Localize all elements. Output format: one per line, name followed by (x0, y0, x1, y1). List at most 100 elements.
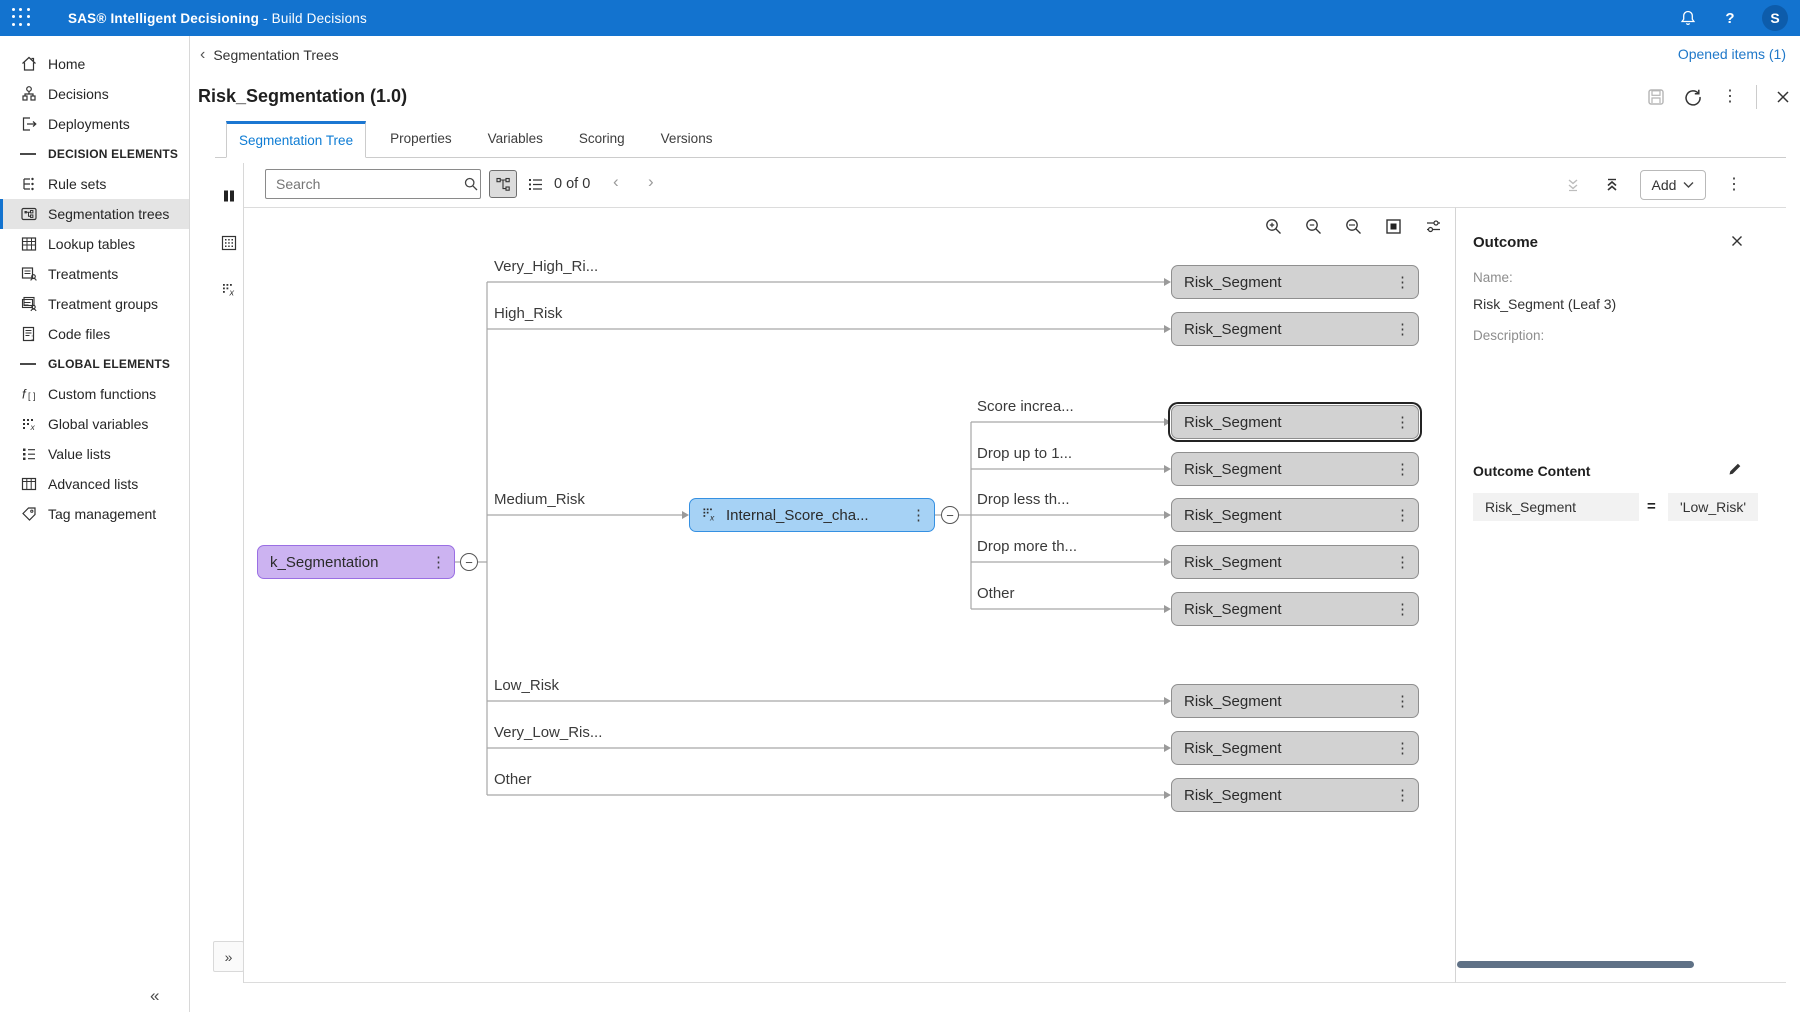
more-options-icon[interactable]: ⋮ (1719, 86, 1741, 108)
value-lists-icon (20, 445, 38, 463)
node-menu-icon[interactable]: ⋮ (903, 506, 926, 524)
node-menu-icon[interactable]: ⋮ (1387, 692, 1410, 710)
leaf-node-selected[interactable]: Risk_Segment⋮ (1171, 405, 1419, 439)
tree-canvas[interactable]: Very_High_Ri... High_Risk Medium_Risk Lo… (244, 207, 1455, 983)
node-menu-icon[interactable]: ⋮ (1387, 460, 1410, 478)
assignment-target[interactable]: Risk_Segment (1473, 493, 1639, 521)
user-avatar[interactable]: S (1762, 5, 1788, 31)
variables-icon[interactable]: x (218, 279, 240, 301)
tab-versions[interactable]: Versions (649, 120, 725, 157)
node-menu-icon[interactable]: ⋮ (1387, 506, 1410, 524)
horizontal-scrollbar[interactable] (1457, 961, 1694, 968)
search-icon[interactable] (463, 176, 479, 192)
leaf-node-drop-less[interactable]: Risk_Segment⋮ (1171, 498, 1419, 532)
refresh-icon[interactable] (1682, 86, 1704, 108)
tab-variables[interactable]: Variables (476, 120, 555, 157)
close-panel-icon[interactable] (1728, 232, 1746, 250)
sidebar-item-code-files[interactable]: ; Code files (0, 319, 189, 349)
node-menu-icon[interactable]: ⋮ (1387, 273, 1410, 291)
code-files-icon: ; (20, 325, 38, 343)
collapse-node-button[interactable]: − (941, 506, 959, 524)
leaf-node-very-low-risk[interactable]: Risk_Segment⋮ (1171, 731, 1419, 765)
outcome-content-title: Outcome Content (1473, 463, 1590, 479)
advanced-lists-icon (20, 475, 38, 493)
data-grid-icon[interactable] (218, 232, 240, 254)
sidebar-item-home[interactable]: Home (0, 49, 189, 79)
tab-scoring[interactable]: Scoring (567, 120, 637, 157)
branch-label: Drop up to 1... (977, 445, 1072, 462)
sidebar-item-advanced-lists[interactable]: Advanced lists (0, 469, 189, 499)
sidebar-item-custom-functions[interactable]: f[ ] Custom functions (0, 379, 189, 409)
add-button[interactable]: Add (1640, 170, 1706, 200)
sidebar-item-lookup-tables[interactable]: Lookup tables (0, 229, 189, 259)
outcome-panel: Outcome Name: Risk_Segment (Leaf 3) Desc… (1455, 207, 1786, 983)
list-view-toggle[interactable] (521, 170, 549, 198)
home-icon (20, 55, 38, 73)
svg-text:x: x (709, 513, 715, 523)
leaf-node-high-risk[interactable]: Risk_Segment⋮ (1171, 312, 1419, 346)
tab-segmentation-tree[interactable]: Segmentation Tree (226, 121, 366, 158)
collapse-node-button[interactable]: − (460, 553, 478, 571)
canvas-side-toolbar: x » (214, 163, 244, 983)
breadcrumb[interactable]: ‹ Segmentation Trees (200, 46, 339, 64)
expand-panel-button[interactable]: » (213, 941, 244, 972)
root-node[interactable]: k_Segmentation ⋮ (257, 545, 455, 579)
sidebar-item-global-variables[interactable]: x Global variables (0, 409, 189, 439)
leaf-node-other-main[interactable]: Risk_Segment⋮ (1171, 778, 1419, 812)
treatment-groups-icon (20, 295, 38, 313)
close-icon[interactable] (1772, 86, 1794, 108)
assignment-value[interactable]: 'Low_Risk' (1668, 493, 1758, 521)
branch-label: Drop more th... (977, 538, 1077, 555)
node-menu-icon[interactable]: ⋮ (423, 553, 446, 571)
svg-text:[ ]: [ ] (28, 391, 36, 401)
search-input[interactable] (266, 176, 463, 192)
opened-items-link[interactable]: Opened items (1) (1678, 46, 1786, 62)
decisions-icon (20, 85, 38, 103)
tab-strip: Segmentation Tree Properties Variables S… (215, 120, 1786, 158)
toolbar-more-options-icon[interactable]: ⋮ (1723, 174, 1745, 196)
leaf-node-low-risk[interactable]: Risk_Segment⋮ (1171, 684, 1419, 718)
sidebar-item-value-lists[interactable]: Value lists (0, 439, 189, 469)
sidebar-collapse-button[interactable]: « (150, 986, 159, 1006)
tab-properties[interactable]: Properties (378, 120, 464, 157)
notifications-icon[interactable] (1678, 8, 1698, 28)
variables-icon: x (702, 507, 718, 523)
node-menu-icon[interactable]: ⋮ (1387, 553, 1410, 571)
node-menu-icon[interactable]: ⋮ (1387, 413, 1410, 431)
leaf-node-other-sub[interactable]: Risk_Segment⋮ (1171, 592, 1419, 626)
leaf-node-very-high-risk[interactable]: Risk_Segment⋮ (1171, 265, 1419, 299)
node-menu-icon[interactable]: ⋮ (1387, 786, 1410, 804)
node-menu-icon[interactable]: ⋮ (1387, 320, 1410, 338)
treatments-icon (20, 265, 38, 283)
sidebar-section-global-elements: GLOBAL ELEMENTS (0, 349, 189, 379)
sidebar-item-decisions[interactable]: Decisions (0, 79, 189, 109)
name-label: Name: (1473, 270, 1513, 285)
sidebar-item-treatments[interactable]: Treatments (0, 259, 189, 289)
internal-score-node[interactable]: x Internal_Score_cha... ⋮ (689, 498, 935, 532)
sidebar-item-deployments[interactable]: Deployments (0, 109, 189, 139)
node-menu-icon[interactable]: ⋮ (1387, 739, 1410, 757)
next-match-button[interactable]: › (648, 172, 654, 192)
edit-icon[interactable] (1726, 460, 1744, 478)
previous-match-button[interactable]: ‹ (613, 172, 619, 192)
branch-label: Other (977, 585, 1015, 602)
rule-sets-icon (20, 175, 38, 193)
sidebar-item-treatment-groups[interactable]: Treatment groups (0, 289, 189, 319)
panels-icon[interactable] (218, 185, 240, 207)
search-match-count: 0 of 0 (554, 176, 590, 192)
leaf-node-drop-up-to[interactable]: Risk_Segment⋮ (1171, 452, 1419, 486)
expand-all-icon[interactable] (1601, 174, 1623, 196)
segmentation-trees-icon (20, 205, 38, 223)
app-switcher-icon[interactable] (10, 6, 34, 30)
sidebar-item-rule-sets[interactable]: Rule sets (0, 169, 189, 199)
sidebar-item-tag-management[interactable]: Tag management (0, 499, 189, 529)
collapse-all-icon[interactable] (1562, 174, 1584, 196)
leaf-node-drop-more[interactable]: Risk_Segment⋮ (1171, 545, 1419, 579)
branch-label: Other (494, 771, 532, 788)
tree-view-toggle[interactable] (489, 170, 517, 198)
section-divider (20, 363, 36, 365)
save-icon[interactable] (1645, 86, 1667, 108)
sidebar-item-segmentation-trees[interactable]: Segmentation trees (0, 199, 189, 229)
help-icon[interactable]: ? (1720, 8, 1740, 28)
node-menu-icon[interactable]: ⋮ (1387, 600, 1410, 618)
